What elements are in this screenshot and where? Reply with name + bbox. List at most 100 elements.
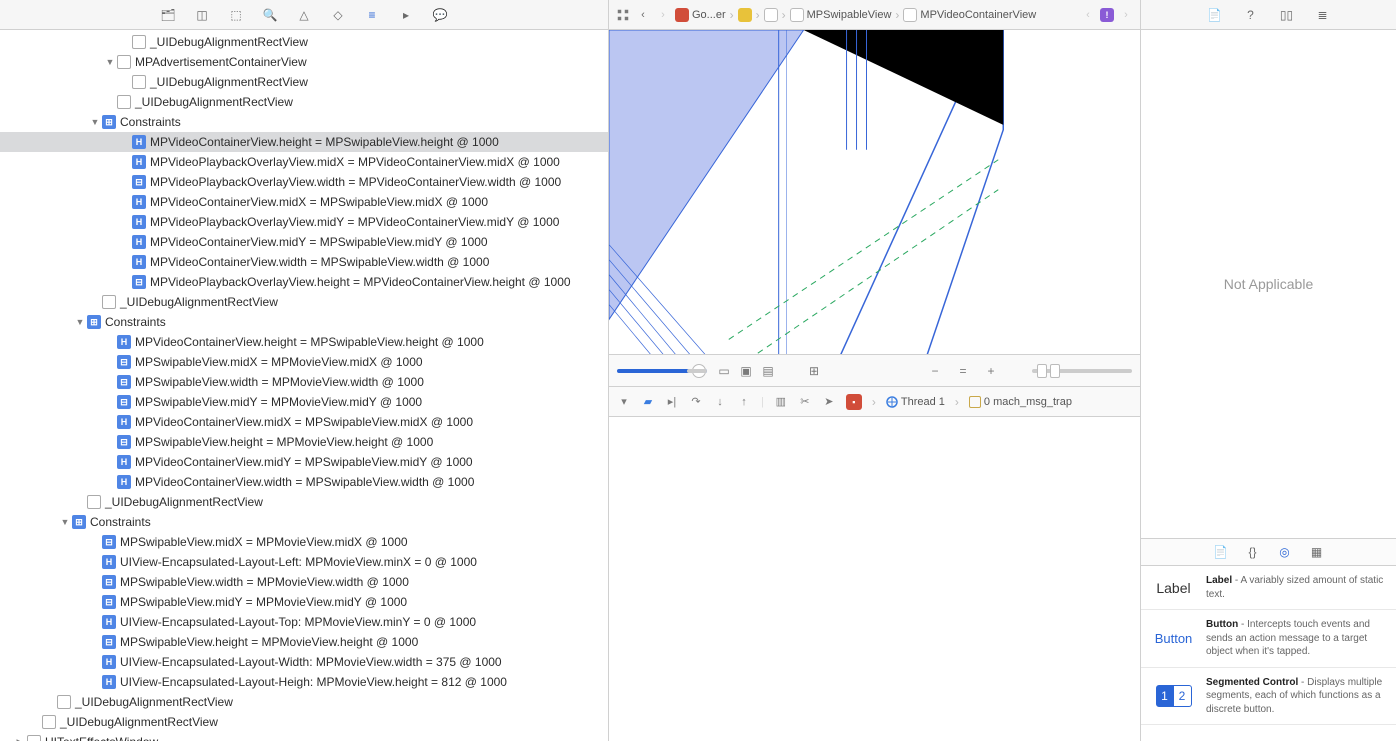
library-item[interactable]: LabelLabel - A variably sized amount of …: [1141, 566, 1396, 610]
library-item[interactable]: ButtonButton - Intercepts touch events a…: [1141, 610, 1396, 668]
tree-row[interactable]: HMPVideoContainerView.midX = MPSwipableV…: [0, 412, 608, 432]
view-debug-icon[interactable]: ▥: [774, 395, 788, 409]
zoom-out-button[interactable]: −: [926, 362, 944, 380]
tree-row[interactable]: HUIView-Encapsulated-Layout-Width: MPMov…: [0, 652, 608, 672]
tree-row[interactable]: ⊟MPSwipableView.width = MPMovieView.widt…: [0, 372, 608, 392]
depth-range-slider[interactable]: [1032, 369, 1132, 373]
tree-row[interactable]: ⊟MPSwipableView.width = MPMovieView.widt…: [0, 572, 608, 592]
forward-icon[interactable]: ›: [655, 7, 671, 23]
tree-row[interactable]: ▼⊞Constraints: [0, 512, 608, 532]
tree-row[interactable]: HMPVideoContainerView.midX = MPSwipableV…: [0, 192, 608, 212]
tree-row[interactable]: HUIView-Encapsulated-Layout-Top: MPMovie…: [0, 612, 608, 632]
tree-row[interactable]: _UIDebugAlignmentRectView: [0, 92, 608, 112]
tree-row[interactable]: HMPVideoPlaybackOverlayView.midY = MPVid…: [0, 212, 608, 232]
breakpoint-icon[interactable]: ▸: [398, 7, 414, 23]
frame-label[interactable]: 0 mach_msg_trap: [984, 396, 1072, 408]
disclosure-triangle[interactable]: ▼: [90, 117, 100, 127]
tree-row[interactable]: HMPVideoContainerView.midY = MPSwipableV…: [0, 452, 608, 472]
jump-bar-segment[interactable]: [738, 8, 752, 22]
jump-bar-segment[interactable]: [764, 8, 778, 22]
tree-row[interactable]: ⊟MPSwipableView.height = MPMovieView.hei…: [0, 632, 608, 652]
view-hierarchy-tree[interactable]: _UIDebugAlignmentRectView▼MPAdvertisemen…: [0, 30, 608, 741]
breakpoint-toggle-icon[interactable]: ▰: [641, 395, 655, 409]
tree-row[interactable]: HUIView-Encapsulated-Layout-Left: MPMovi…: [0, 552, 608, 572]
tree-row[interactable]: ▼MPAdvertisementContainerView: [0, 52, 608, 72]
object-lib-icon[interactable]: ◎: [1277, 544, 1293, 560]
file-icon[interactable]: 📄: [1207, 7, 1223, 23]
stack-icon[interactable]: ▤: [761, 364, 775, 378]
object-library[interactable]: LabelLabel - A variably sized amount of …: [1141, 566, 1396, 741]
jump-bar-segment[interactable]: MPVideoContainerView: [903, 8, 1036, 22]
media-lib-icon[interactable]: ▦: [1309, 544, 1325, 560]
back-icon[interactable]: ‹: [635, 7, 651, 23]
jump-bar[interactable]: ‹ › Go...er›››MPSwipableView›MPVideoCont…: [609, 0, 1140, 30]
orient-icon[interactable]: ⊞: [807, 364, 821, 378]
location-icon[interactable]: ➤: [822, 395, 836, 409]
tree-row[interactable]: _UIDebugAlignmentRectView: [0, 292, 608, 312]
disclosure-triangle[interactable]: ▶: [15, 737, 25, 741]
tree-row[interactable]: HUIView-Encapsulated-Layout-Heigh: MPMov…: [0, 672, 608, 692]
process-icon[interactable]: ▪: [846, 394, 862, 410]
tree-row[interactable]: ⊟MPSwipableView.midY = MPMovieView.midY …: [0, 592, 608, 612]
search-icon[interactable]: 🔍: [262, 7, 278, 23]
zoom-slider[interactable]: [617, 369, 707, 373]
step-in-icon[interactable]: ↓: [713, 395, 727, 409]
disclosure-triangle[interactable]: ▼: [105, 57, 115, 67]
split-icon[interactable]: ▯▯: [1279, 7, 1295, 23]
disclosure-triangle[interactable]: ▼: [75, 317, 85, 327]
chevron-right-icon: ›: [782, 8, 786, 22]
issue-badge[interactable]: !: [1100, 8, 1114, 22]
thread-label[interactable]: Thread 1: [901, 396, 945, 408]
tree-row[interactable]: ⊟MPSwipableView.midX = MPMovieView.midX …: [0, 352, 608, 372]
zoom-fit-button[interactable]: =: [954, 362, 972, 380]
help-icon[interactable]: ?: [1243, 7, 1259, 23]
diamond-icon[interactable]: ◇: [330, 7, 346, 23]
tree-row[interactable]: _UIDebugAlignmentRectView: [0, 32, 608, 52]
warning-icon[interactable]: △: [296, 7, 312, 23]
tree-row[interactable]: ⊟MPSwipableView.height = MPMovieView.hei…: [0, 432, 608, 452]
folder-icon[interactable]: 🗂: [160, 7, 176, 23]
tree-row[interactable]: HMPVideoContainerView.midY = MPSwipableV…: [0, 232, 608, 252]
tree-row[interactable]: ▼⊞Constraints: [0, 112, 608, 132]
lines-icon[interactable]: ≡: [364, 7, 380, 23]
tree-row[interactable]: HMPVideoContainerView.width = MPSwipable…: [0, 472, 608, 492]
box-icon[interactable]: ◫: [194, 7, 210, 23]
inspector-icon[interactable]: ≣: [1315, 7, 1331, 23]
tree-row[interactable]: HMPVideoContainerView.width = MPSwipable…: [0, 252, 608, 272]
tree-row[interactable]: _UIDebugAlignmentRectView: [0, 72, 608, 92]
tree-row[interactable]: HMPVideoPlaybackOverlayView.midX = MPVid…: [0, 152, 608, 172]
console-toggle-icon[interactable]: ▾: [617, 395, 631, 409]
tree-row[interactable]: ⊟MPSwipableView.midY = MPMovieView.midY …: [0, 392, 608, 412]
disclosure-triangle[interactable]: ▼: [60, 517, 70, 527]
tree-row[interactable]: _UIDebugAlignmentRectView: [0, 492, 608, 512]
memory-graph-icon[interactable]: ✂: [798, 395, 812, 409]
zoom-in-button[interactable]: +: [982, 362, 1000, 380]
library-item[interactable]: 12Segmented Control - Displays multiple …: [1141, 668, 1396, 726]
back-alt-icon[interactable]: ‹: [1080, 7, 1096, 23]
tree-row[interactable]: _UIDebugAlignmentRectView: [0, 692, 608, 712]
console-area[interactable]: [609, 416, 1140, 741]
file-lib-icon[interactable]: 📄: [1213, 544, 1229, 560]
step-over-icon[interactable]: ↷: [689, 395, 703, 409]
tree-row[interactable]: ⊟MPVideoPlaybackOverlayView.height = MPV…: [0, 272, 608, 292]
jump-bar-segment[interactable]: MPSwipableView: [790, 8, 892, 22]
tree-row[interactable]: ▼⊞Constraints: [0, 312, 608, 332]
clipping-icon[interactable]: ▭: [717, 364, 731, 378]
tree-row[interactable]: ⊟MPVideoPlaybackOverlayView.width = MPVi…: [0, 172, 608, 192]
tree-row[interactable]: HMPVideoContainerView.height = MPSwipabl…: [0, 332, 608, 352]
forward-alt-icon[interactable]: ›: [1118, 7, 1134, 23]
view-debugger-canvas[interactable]: [609, 30, 1140, 354]
code-lib-icon[interactable]: {}: [1245, 544, 1261, 560]
comment-icon[interactable]: 💬: [432, 7, 448, 23]
continue-icon[interactable]: ▸|: [665, 395, 679, 409]
tree-row[interactable]: _UIDebugAlignmentRectView: [0, 712, 608, 732]
tree-row[interactable]: HMPVideoContainerView.height = MPSwipabl…: [0, 132, 608, 152]
related-items-icon[interactable]: [615, 7, 631, 23]
step-out-icon[interactable]: ↑: [737, 395, 751, 409]
tree-row[interactable]: ▶UITextEffectsWindow: [0, 732, 608, 741]
wireframe-icon[interactable]: ▣: [739, 364, 753, 378]
jump-bar-segment[interactable]: Go...er: [675, 8, 726, 22]
hierarchy-icon[interactable]: ⬚: [228, 7, 244, 23]
tree-row[interactable]: ⊟MPSwipableView.midX = MPMovieView.midX …: [0, 532, 608, 552]
constraint-icon: ⊟: [102, 535, 116, 549]
